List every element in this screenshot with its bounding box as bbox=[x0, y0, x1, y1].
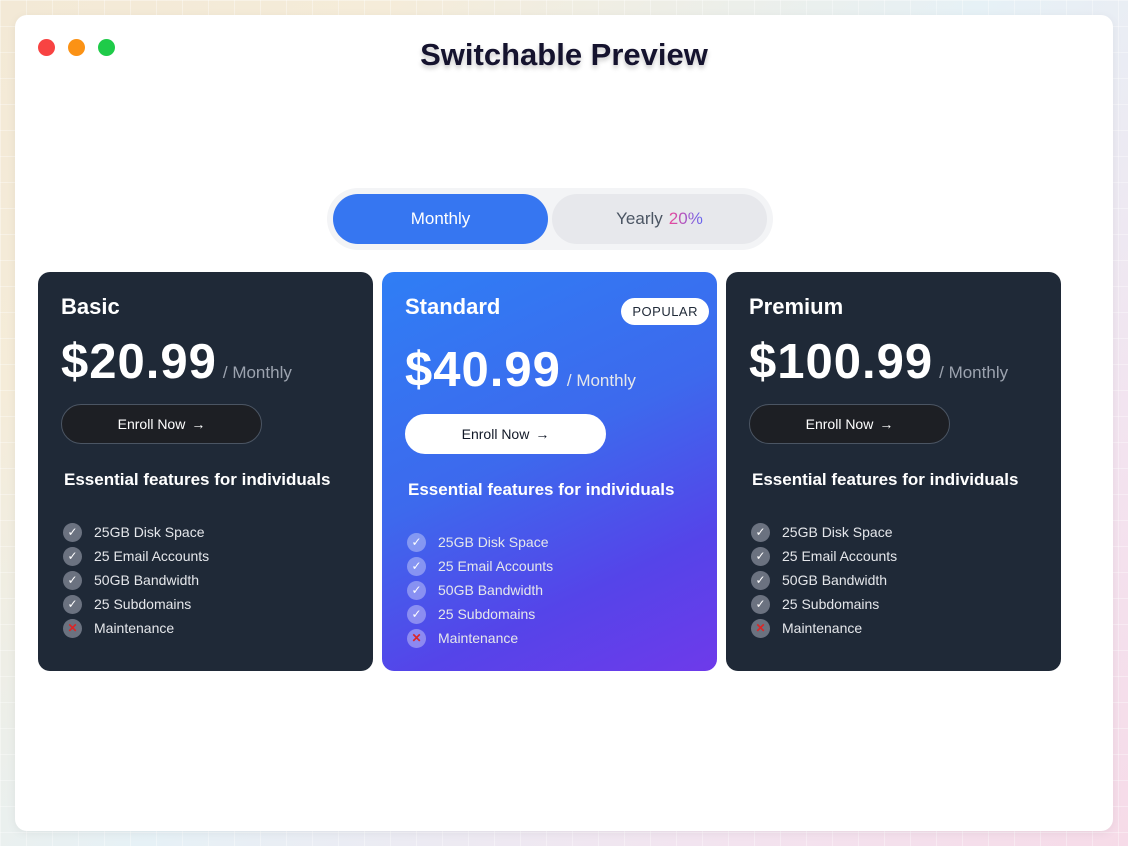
feature-item: ✕ Maintenance bbox=[751, 616, 1038, 640]
feature-item: ✓ 25 Subdomains bbox=[751, 592, 1038, 616]
cross-icon: ✕ bbox=[63, 618, 82, 638]
feature-item: ✓ 50GB Bandwidth bbox=[751, 568, 1038, 592]
check-icon: ✓ bbox=[63, 570, 82, 590]
arrow-right-icon: → bbox=[879, 416, 894, 432]
check-icon: ✓ bbox=[407, 604, 426, 624]
check-icon: ✓ bbox=[751, 570, 770, 590]
features-title: Essential features for individuals bbox=[752, 470, 1019, 489]
enroll-now-button[interactable]: Enroll Now → bbox=[749, 404, 950, 444]
enroll-now-label: Enroll Now bbox=[805, 416, 874, 432]
feature-label: 25GB Disk Space bbox=[438, 534, 549, 550]
pricing-card-basic: Basic $20.99 / Monthly Enroll Now → Esse… bbox=[38, 272, 373, 671]
feature-label: 50GB Bandwidth bbox=[782, 572, 888, 588]
check-icon: ✓ bbox=[751, 546, 770, 566]
enroll-now-label: Enroll Now bbox=[461, 426, 530, 442]
plan-name: Basic bbox=[61, 294, 120, 319]
feature-item: ✕ Maintenance bbox=[407, 626, 694, 650]
check-icon: ✓ bbox=[407, 532, 426, 552]
feature-label: 25 Email Accounts bbox=[438, 558, 554, 574]
plan-price: $40.99 bbox=[405, 343, 561, 397]
feature-label: Maintenance bbox=[782, 620, 863, 636]
feature-item: ✓ 25 Subdomains bbox=[63, 592, 350, 616]
feature-item: ✓ 50GB Bandwidth bbox=[63, 568, 350, 592]
plan-price: $100.99 bbox=[749, 335, 934, 389]
feature-item: ✓ 25GB Disk Space bbox=[63, 520, 350, 544]
cross-icon: ✕ bbox=[751, 618, 770, 638]
billing-toggle: Monthly Yearly 20% bbox=[327, 188, 773, 250]
enroll-now-button[interactable]: Enroll Now → bbox=[61, 404, 262, 444]
feature-label: Maintenance bbox=[438, 630, 519, 646]
features-title: Essential features for individuals bbox=[64, 470, 331, 489]
popular-badge: POPULAR bbox=[621, 298, 709, 325]
feature-label: 50GB Bandwidth bbox=[94, 572, 200, 588]
feature-item: ✓ 25 Email Accounts bbox=[407, 554, 694, 578]
feature-label: 25 Subdomains bbox=[782, 596, 880, 612]
feature-item: ✓ 50GB Bandwidth bbox=[407, 578, 694, 602]
monthly-toggle-label: Monthly bbox=[410, 209, 471, 228]
yearly-toggle-button[interactable]: Yearly 20% bbox=[552, 194, 767, 244]
check-icon: ✓ bbox=[63, 522, 82, 542]
monthly-toggle-button[interactable]: Monthly bbox=[333, 194, 548, 244]
plan-name: Premium bbox=[749, 294, 844, 319]
window-title: Switchable Preview bbox=[420, 37, 708, 72]
check-icon: ✓ bbox=[63, 594, 82, 614]
price-row: $20.99 / Monthly bbox=[61, 334, 350, 390]
feature-list: ✓ 25GB Disk Space ✓ 25 Email Accounts ✓ 50G… bbox=[751, 520, 1038, 640]
feature-label: 25 Subdomains bbox=[94, 596, 192, 612]
feature-item: ✓ 25 Email Accounts bbox=[751, 544, 1038, 568]
plan-period: / Monthly bbox=[939, 363, 1009, 382]
feature-label: 25 Email Accounts bbox=[782, 548, 898, 564]
feature-list: ✓ 25GB Disk Space ✓ 25 Email Accounts ✓ 50G… bbox=[63, 520, 350, 640]
feature-label: Maintenance bbox=[94, 620, 175, 636]
feature-item: ✓ 25GB Disk Space bbox=[751, 520, 1038, 544]
plan-price: $20.99 bbox=[61, 335, 217, 389]
enroll-now-label: Enroll Now bbox=[117, 416, 186, 432]
feature-item: ✕ Maintenance bbox=[63, 616, 350, 640]
check-icon: ✓ bbox=[407, 580, 426, 600]
check-icon: ✓ bbox=[63, 546, 82, 566]
pricing-card-standard: Standard POPULAR $40.99 / Monthly Enroll… bbox=[382, 272, 717, 671]
feature-label: 25 Subdomains bbox=[438, 606, 536, 622]
arrow-right-icon: → bbox=[191, 416, 206, 432]
feature-label: 25 Email Accounts bbox=[94, 548, 210, 564]
price-row: $40.99 / Monthly bbox=[405, 342, 694, 398]
feature-item: ✓ 25 Email Accounts bbox=[63, 544, 350, 568]
plan-period: / Monthly bbox=[222, 363, 292, 382]
check-icon: ✓ bbox=[751, 522, 770, 542]
feature-list: ✓ 25GB Disk Space ✓ 25 Email Accounts ✓ 50G… bbox=[407, 530, 694, 650]
enroll-now-button[interactable]: Enroll Now → bbox=[405, 414, 606, 454]
price-row: $100.99 / Monthly bbox=[749, 334, 1038, 390]
check-icon: ✓ bbox=[407, 556, 426, 576]
plan-period: / Monthly bbox=[566, 371, 636, 390]
arrow-right-icon: → bbox=[535, 426, 550, 442]
yearly-discount-badge: 20% bbox=[668, 209, 703, 228]
feature-label: 25GB Disk Space bbox=[782, 524, 893, 540]
check-icon: ✓ bbox=[751, 594, 770, 614]
yearly-toggle-label: Yearly bbox=[616, 209, 663, 228]
feature-item: ✓ 25GB Disk Space bbox=[407, 530, 694, 554]
pricing-card-premium: Premium $100.99 / Monthly Enroll Now → E… bbox=[726, 272, 1061, 671]
feature-label: 25GB Disk Space bbox=[94, 524, 205, 540]
feature-label: 50GB Bandwidth bbox=[438, 582, 544, 598]
features-title: Essential features for individuals bbox=[408, 480, 675, 499]
feature-item: ✓ 25 Subdomains bbox=[407, 602, 694, 626]
cross-icon: ✕ bbox=[407, 628, 426, 648]
